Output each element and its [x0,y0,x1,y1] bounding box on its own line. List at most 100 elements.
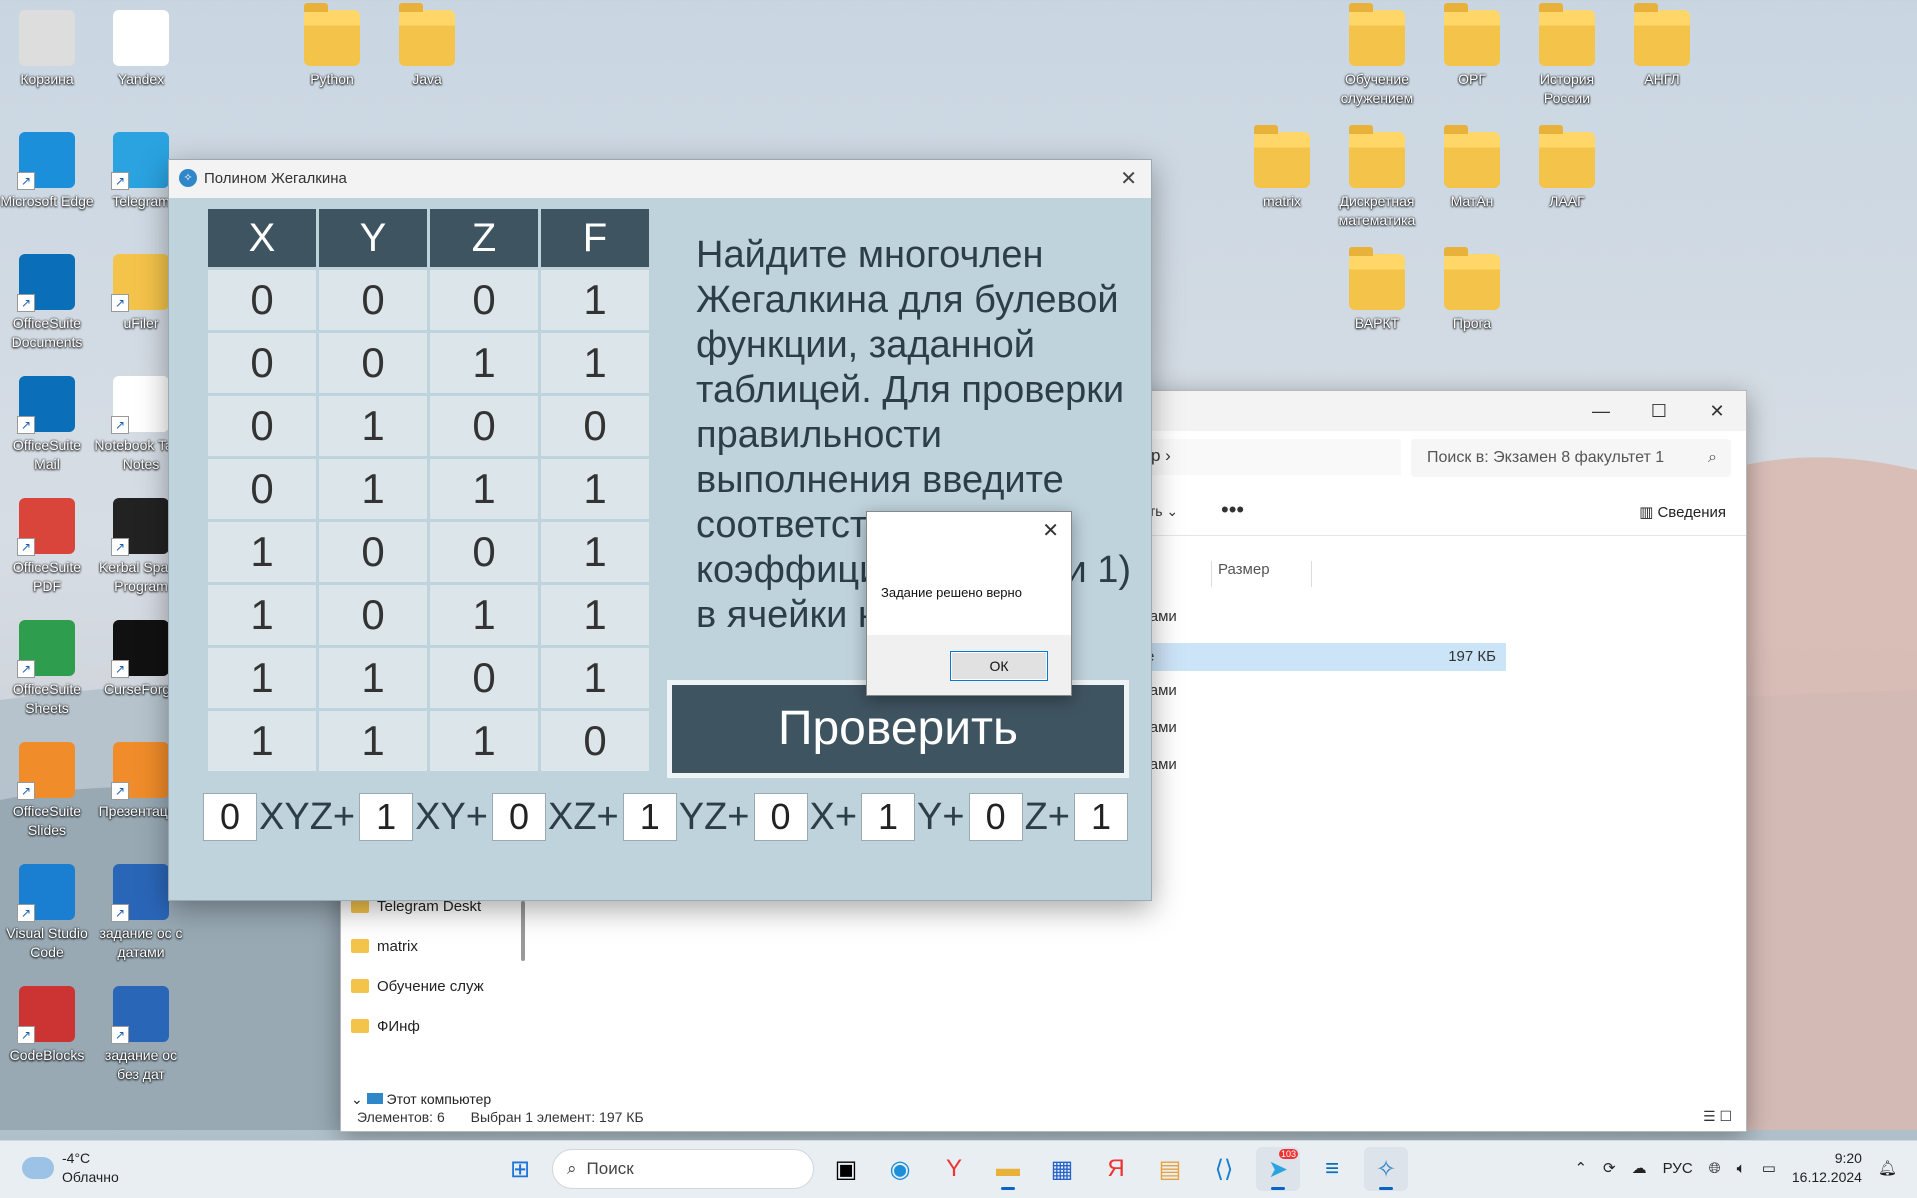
details-button[interactable]: ▥ Сведения [1639,503,1726,521]
chevron-up-icon[interactable]: ⌃ [1574,1159,1587,1177]
battery-icon[interactable]: ▭ [1762,1159,1776,1177]
column-header-size[interactable]: Размер [1211,561,1270,587]
weather-widget[interactable]: -4°C Облачно [22,1149,119,1187]
folder-label: ОРГ [1458,71,1486,87]
onedrive-icon[interactable]: ☁ [1632,1159,1647,1177]
folder-label: История России [1539,71,1595,106]
table-row: 1011 [208,585,649,645]
presentations-icon [111,742,169,800]
table-cell: 1 [430,711,538,771]
ok-button[interactable]: ОК [950,651,1048,681]
yandex-icon[interactable]: Y [932,1147,976,1191]
telegram-icon[interactable]: ➤ 103 [1256,1147,1300,1191]
desktop-folder[interactable]: ОРГ [1425,0,1519,89]
language-indicator[interactable]: РУС [1663,1160,1693,1177]
dialog-message: Задание решено верно [881,585,1022,600]
details-view-icon[interactable]: ☰ [1703,1108,1716,1124]
explorer-search-input[interactable]: Поиск в: Экзамен 8 факультет 1 ⌕ [1411,439,1731,477]
table-cell: 0 [208,270,316,330]
zhegalkin-app-icon[interactable]: ✧ [1364,1147,1408,1191]
desktop-icon-codeblocks[interactable]: CodeBlocks [0,976,94,1065]
table-cell: 1 [541,333,649,393]
folder-icon [1444,247,1500,310]
yandex-browser-icon[interactable]: Я [1094,1147,1138,1191]
desktop-folder[interactable]: ВАРКТ [1330,244,1424,333]
desktop-icon-officesuite-documents[interactable]: OfficeSuite Documents [0,244,94,352]
folder-icon [1539,125,1595,188]
polynomial-term: XYZ+ [259,795,356,838]
clock[interactable]: 9:20 16.12.2024 [1792,1149,1862,1187]
address-tail: р › [1151,446,1171,465]
vscode-icon [17,864,75,922]
nav-item[interactable]: matrix [351,926,501,966]
nav-scrollbar[interactable] [521,901,525,961]
notifications-icon[interactable]: 🔔︎ [1878,1159,1897,1177]
sync-icon[interactable]: ⟳ [1603,1159,1616,1177]
file-row-selected[interactable]: е 197 КБ [1141,643,1506,671]
nav-item-this-pc[interactable]: ⌄ Этот компьютер [351,1091,491,1108]
desktop-icon-doc-without-dates[interactable]: задание ос без дат [94,976,188,1084]
desktop-folder[interactable]: Обучение служением [1330,0,1424,108]
tiles-view-icon[interactable]: ☐ [1719,1108,1732,1124]
coefficient-input[interactable]: 1 [861,793,916,841]
notebook-icon[interactable]: ▤ [1148,1147,1192,1191]
coefficient-input[interactable]: 1 [1074,793,1128,841]
yandex-icon [113,10,169,66]
desktop-icon-vscode[interactable]: Visual Studio Code [0,854,94,962]
start-button[interactable]: ⊞ [498,1147,542,1191]
desktop-folder[interactable]: ЛААГ [1520,122,1614,211]
desktop-folder[interactable]: Java [380,0,474,89]
coefficient-input[interactable]: 1 [359,793,414,841]
desktop-folder[interactable]: Python [285,0,379,89]
officesuite-icon[interactable]: ≡ [1310,1147,1354,1191]
table-cell: 0 [208,459,316,519]
coefficient-input[interactable]: 0 [968,793,1023,841]
folder-label: МатАн [1450,193,1494,209]
desktop-icon-edge[interactable]: Microsoft Edge [0,122,94,211]
store-icon[interactable]: ▦ [1040,1147,1084,1191]
desktop-icon-label: OfficeSuite Mail [12,437,82,472]
close-icon[interactable]: ✕ [1120,166,1137,191]
desktop-icon-yandex[interactable]: Yandex [94,0,188,89]
more-options-button[interactable]: ••• [1221,497,1244,523]
coefficient-input[interactable]: 0 [753,793,808,841]
coefficient-input[interactable]: 0 [492,793,546,841]
desktop-folder[interactable]: matrix [1235,122,1329,211]
coefficient-input[interactable]: 1 [622,793,677,841]
nav-item[interactable]: Обучение служ [351,966,501,1006]
table-row: 1001 [208,522,649,582]
network-icon[interactable]: 🌐︎ [1709,1160,1721,1177]
table-row: 1110 [208,711,649,771]
desktop-icon-officesuite-mail[interactable]: OfficeSuite Mail [0,366,94,474]
desktop-icon-officesuite-pdf[interactable]: OfficeSuite PDF [0,488,94,596]
desktop-icon-label: CodeBlocks [9,1047,85,1063]
minimize-icon[interactable]: — [1572,391,1630,431]
column-divider[interactable] [1311,561,1312,587]
close-icon[interactable]: ✕ [1042,518,1059,543]
desktop-icon-recycle-bin[interactable]: Корзина [0,0,94,89]
desktop-folder[interactable]: Дискретная математика [1330,122,1424,230]
result-dialog[interactable]: ✕ Задание решено верно ОК [866,511,1072,696]
app-titlebar[interactable]: ✧ Полином Жегалкина ✕ [169,160,1151,198]
close-icon[interactable]: ✕ [1688,391,1746,431]
view-toggle[interactable]: ☰ ☐ [1703,1108,1732,1125]
desktop-icon-officesuite-slides[interactable]: OfficeSuite Slides [0,732,94,840]
officesuite-pdf-icon [17,498,75,556]
desktop-icon-officesuite-sheets[interactable]: OfficeSuite Sheets [0,610,94,718]
desktop-icon-label: задание ос с датами [99,925,183,960]
task-view-icon[interactable]: ▣ [824,1147,868,1191]
maximize-icon[interactable]: ☐ [1630,391,1688,431]
telegram-badge: 103 [1278,1149,1298,1159]
coefficient-input[interactable]: 0 [203,793,257,841]
file-explorer-icon[interactable]: ▬ [986,1147,1030,1191]
vscode-icon[interactable]: ⟨⟩ [1202,1147,1246,1191]
nav-item[interactable]: ФИнф [351,1006,501,1046]
edge-icon[interactable]: ◉ [878,1147,922,1191]
desktop-folder[interactable]: МатАн [1425,122,1519,211]
folder-icon [351,979,369,993]
taskbar-search[interactable]: ⌕ Поиск [552,1149,814,1189]
volume-icon[interactable]: 🔈︎ [1737,1160,1746,1177]
desktop-folder[interactable]: Прога [1425,244,1519,333]
desktop-folder[interactable]: АНГЛ [1615,0,1709,89]
desktop-folder[interactable]: История России [1520,0,1614,108]
